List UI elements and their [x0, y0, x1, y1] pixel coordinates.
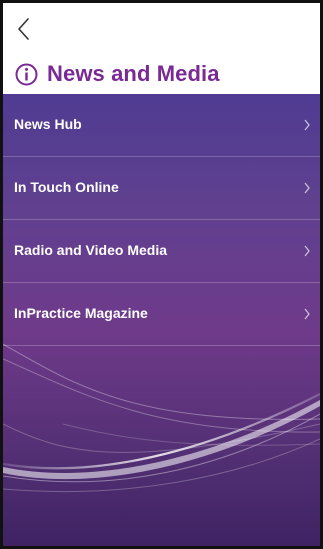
- chevron-right-icon: [304, 245, 310, 257]
- chevron-left-icon: [18, 18, 29, 40]
- chevron-right-icon: [304, 182, 310, 194]
- menu-item-label: News Hub: [14, 116, 82, 132]
- menu-item-label: InPractice Magazine: [14, 305, 148, 321]
- chevron-right-icon: [304, 308, 310, 320]
- menu-item-in-touch-online[interactable]: In Touch Online: [3, 157, 320, 220]
- app-screen: News and Media News Hub In Touch Online …: [0, 0, 323, 549]
- menu-item-label: Radio and Video Media: [14, 242, 167, 258]
- info-circle-icon[interactable]: [15, 63, 38, 86]
- chevron-right-icon: [304, 119, 310, 131]
- title-row: News and Media: [15, 61, 220, 87]
- header: News and Media: [3, 3, 320, 94]
- menu-item-radio-and-video-media[interactable]: Radio and Video Media: [3, 220, 320, 283]
- menu-item-news-hub[interactable]: News Hub: [3, 94, 320, 157]
- page-title: News and Media: [47, 61, 220, 86]
- menu-item-inpractice-magazine[interactable]: InPractice Magazine: [3, 283, 320, 346]
- menu-background: News Hub In Touch Online Radio and Video…: [3, 94, 320, 546]
- menu-item-label: In Touch Online: [14, 179, 119, 195]
- back-button[interactable]: [11, 13, 41, 47]
